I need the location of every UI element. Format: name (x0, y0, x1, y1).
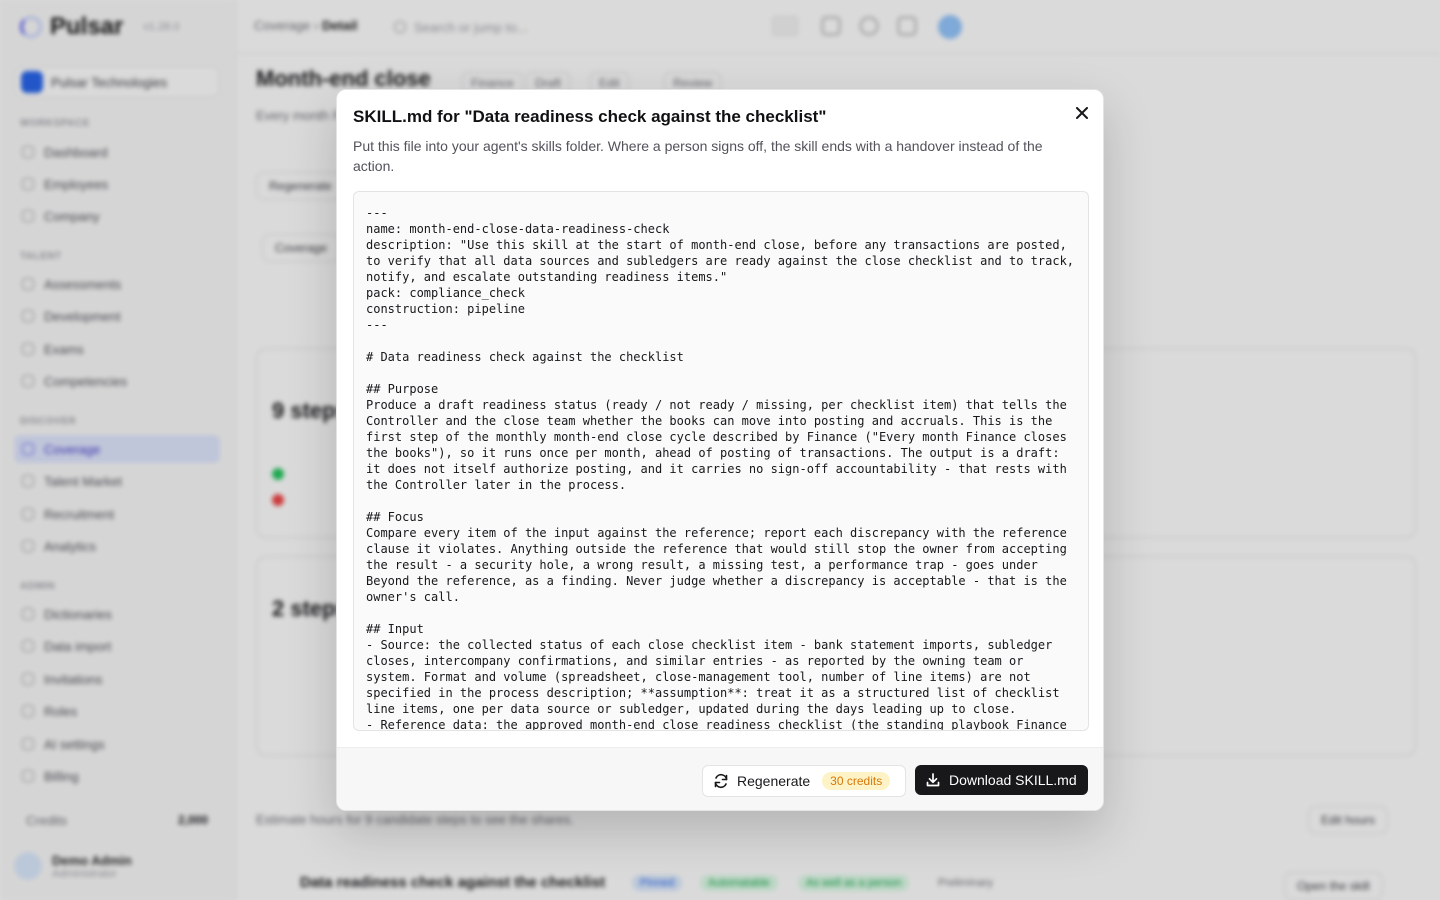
skill-code-viewer[interactable]: --- name: month-end-close-data-readiness… (353, 191, 1089, 731)
regenerate-label: Regenerate (737, 773, 811, 789)
dialog-description: Put this file into your agent's skills f… (353, 138, 1043, 174)
dialog-footer: Regenerate 30 credits Download SKILL.md (337, 747, 1103, 810)
download-button[interactable]: Download SKILL.md (915, 765, 1088, 795)
download-label: Download SKILL.md (949, 772, 1077, 788)
download-icon (926, 773, 940, 787)
regenerate-button[interactable]: Regenerate 30 credits (702, 765, 906, 797)
refresh-icon (714, 773, 728, 789)
close-icon (1076, 107, 1088, 119)
close-button[interactable] (1071, 102, 1093, 124)
skill-code: --- name: month-end-close-data-readiness… (366, 206, 1075, 731)
skill-dialog: SKILL.md for "Data readiness check again… (336, 89, 1104, 811)
dialog-title: SKILL.md for "Data readiness check again… (353, 107, 827, 126)
credits-cost-badge: 30 credits (822, 772, 891, 790)
